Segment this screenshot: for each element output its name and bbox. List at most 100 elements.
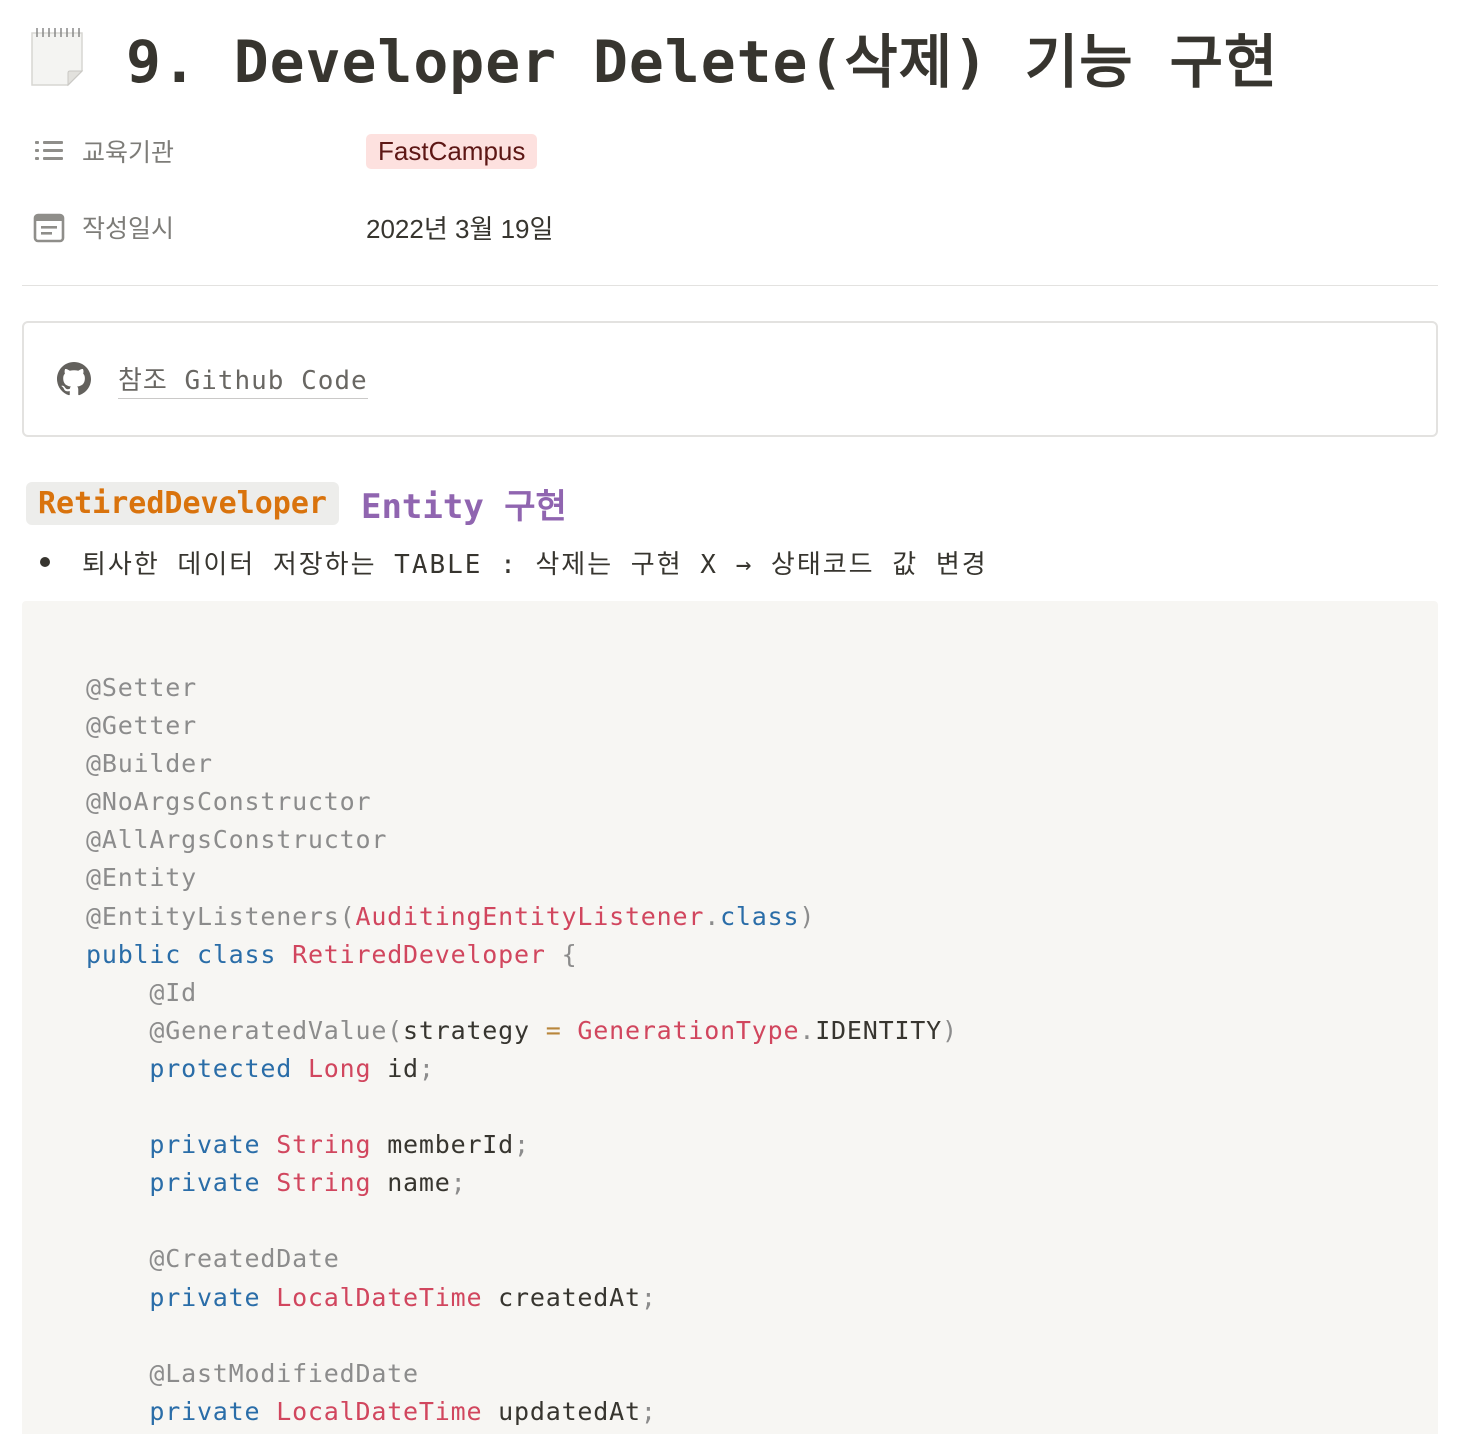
code-token: ; bbox=[418, 1053, 435, 1083]
code-token: private bbox=[149, 1396, 261, 1426]
bullet-dot bbox=[40, 557, 50, 567]
code-token: IDENTITY bbox=[815, 1015, 943, 1045]
code-token: @Builder bbox=[86, 749, 213, 779]
code-token: @LastModifiedDate bbox=[149, 1358, 419, 1388]
code-token: LocalDateTime bbox=[276, 1396, 483, 1426]
code-token: class bbox=[720, 901, 800, 931]
inline-code: RetiredDeveloper bbox=[26, 481, 339, 525]
github-icon bbox=[56, 361, 92, 397]
code-token: name bbox=[371, 1168, 451, 1198]
code-token: private bbox=[149, 1168, 261, 1198]
property-institution[interactable]: 교육기관 FastCampus bbox=[32, 131, 538, 171]
code-token: String bbox=[276, 1168, 372, 1198]
code-token: memberId bbox=[371, 1130, 515, 1160]
code-token: private bbox=[149, 1130, 261, 1160]
code-token: private bbox=[149, 1282, 261, 1312]
code-line: private String name; bbox=[86, 1164, 958, 1202]
divider bbox=[22, 285, 1438, 286]
code-line: @AllArgsConstructor bbox=[86, 821, 958, 859]
code-token: @AllArgsConstructor bbox=[86, 825, 388, 855]
code-token: @Entity bbox=[86, 863, 197, 893]
code-line: @Builder bbox=[86, 745, 958, 783]
notepad-icon[interactable] bbox=[28, 25, 86, 89]
code-token: @Id bbox=[149, 977, 197, 1007]
property-label: 작성일시 bbox=[82, 215, 175, 243]
code-token: GenerationType bbox=[577, 1015, 800, 1045]
code-line: @Getter bbox=[86, 707, 958, 745]
code-token: @NoArgsConstructor bbox=[86, 787, 372, 817]
code-line: @GeneratedValue(strategy = GenerationTyp… bbox=[86, 1012, 958, 1050]
code-token: @Setter bbox=[86, 673, 197, 702]
code-token: . bbox=[799, 1015, 816, 1045]
bullet-text: 퇴사한 데이터 저장하는 TABLE : 삭제는 구현 X → 상태코드 값 변… bbox=[82, 549, 988, 580]
code-token: . bbox=[704, 901, 721, 931]
calendar-icon bbox=[32, 210, 66, 244]
heading-text: Entity 구현 bbox=[360, 486, 567, 527]
code-token: RetiredDeveloper bbox=[292, 939, 546, 969]
code-token: Long bbox=[307, 1053, 372, 1083]
code-token: @Getter bbox=[86, 711, 197, 741]
code-token: ) bbox=[799, 901, 816, 931]
code-token: ) bbox=[942, 1015, 958, 1045]
code-line: private LocalDateTime createdAt; bbox=[86, 1279, 958, 1317]
code-token: = bbox=[545, 1015, 562, 1045]
code-line: protected Long id; bbox=[86, 1050, 958, 1088]
page-title[interactable]: 9. Developer Delete(삭제) 기능 구현 bbox=[126, 15, 1278, 99]
code-token: @CreatedDate bbox=[149, 1244, 340, 1274]
code-token: AuditingEntityListener bbox=[355, 901, 705, 931]
code-token: updatedAt bbox=[482, 1396, 641, 1426]
code-token: LocalDateTime bbox=[276, 1282, 483, 1312]
code-token: ; bbox=[450, 1168, 467, 1198]
code-line: @EntityListeners(AuditingEntityListener.… bbox=[86, 898, 958, 936]
page-header: 9. Developer Delete(삭제) 기능 구현 bbox=[28, 22, 1278, 96]
code-token: createdAt bbox=[482, 1282, 641, 1312]
property-label: 교육기관 bbox=[82, 139, 175, 167]
code-token: id bbox=[371, 1053, 419, 1083]
code-line: private LocalDateTime updatedAt; bbox=[86, 1393, 958, 1431]
github-link-text[interactable]: 참조 Github Code bbox=[118, 360, 368, 399]
property-created-date[interactable]: 작성일시 2022년 3월 19일 bbox=[32, 207, 553, 247]
github-link-block[interactable]: 참조 Github Code bbox=[22, 321, 1438, 437]
section-heading: RetiredDeveloper Entity 구현 bbox=[26, 479, 567, 527]
code-line: @NoArgsConstructor bbox=[86, 783, 958, 821]
code-token: ; bbox=[640, 1282, 657, 1312]
code-line: @Entity bbox=[86, 859, 958, 897]
code-line: private String memberId; bbox=[86, 1126, 958, 1164]
code-block[interactable]: @Setter @Getter @Builder @NoArgsConstructor… bbox=[22, 601, 1438, 1434]
code-content: @Setter @Getter @Builder @NoArgsConstructor… bbox=[86, 669, 958, 1431]
code-token: String bbox=[276, 1130, 372, 1160]
code-token: public bbox=[86, 939, 182, 969]
code-token: strategy bbox=[403, 1015, 546, 1045]
code-token: @GeneratedValue( bbox=[149, 1015, 404, 1045]
code-token: ; bbox=[514, 1130, 530, 1160]
code-line: @Id bbox=[86, 974, 958, 1012]
code-token: @EntityListeners( bbox=[86, 901, 356, 931]
code-token: class bbox=[196, 939, 277, 969]
institution-tag[interactable]: FastCampus bbox=[366, 133, 538, 169]
code-line: public class RetiredDeveloper { bbox=[86, 936, 958, 974]
notion-page: 9. Developer Delete(삭제) 기능 구현 교육기관 FastC… bbox=[0, 0, 1464, 1434]
created-date-value[interactable]: 2022년 3월 19일 bbox=[366, 209, 553, 246]
code-token: { bbox=[545, 939, 578, 969]
bullet-item[interactable]: 퇴사한 데이터 저장하는 TABLE : 삭제는 구현 X → 상태코드 값 변… bbox=[40, 542, 988, 582]
